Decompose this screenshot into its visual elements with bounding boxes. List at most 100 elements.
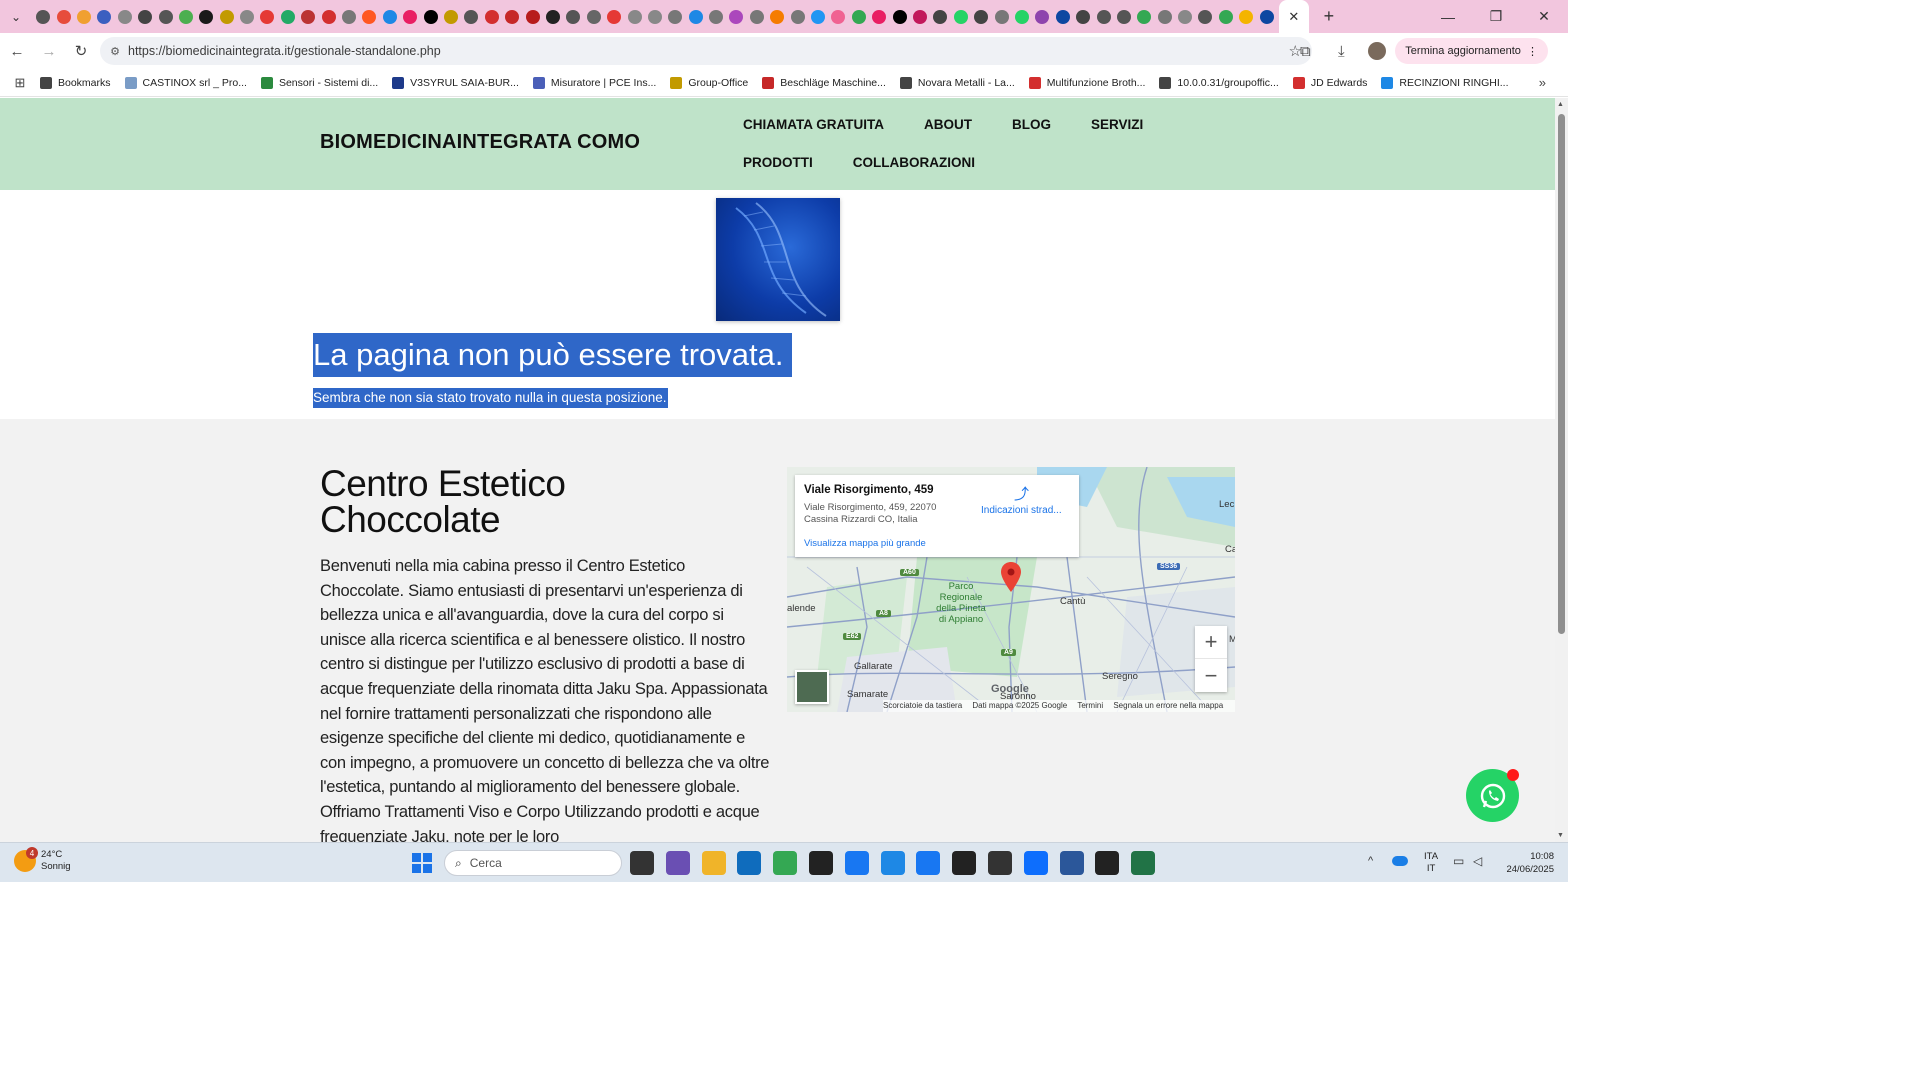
taskbar-search[interactable]: ⌕ Cerca bbox=[444, 850, 622, 876]
update-button[interactable]: Termina aggiornamento ⋮ bbox=[1395, 38, 1548, 64]
pinned-tab[interactable] bbox=[1175, 0, 1195, 33]
facebook-icon[interactable] bbox=[844, 851, 869, 875]
language-indicator[interactable]: ITA IT bbox=[1424, 851, 1438, 875]
amazon-icon[interactable] bbox=[809, 851, 833, 875]
profile-avatar[interactable] bbox=[1368, 42, 1387, 60]
pinned-tab[interactable] bbox=[563, 0, 583, 33]
bookmark-item[interactable]: 10.0.0.31/groupoffic... bbox=[1159, 76, 1279, 89]
pinned-tab[interactable] bbox=[991, 0, 1011, 33]
scroll-down-icon[interactable]: ▼ bbox=[1557, 832, 1564, 839]
network-icon[interactable]: ▭ bbox=[1453, 854, 1464, 868]
zoom-in-button[interactable]: + bbox=[1195, 626, 1227, 659]
new-tab-button[interactable]: + bbox=[1315, 3, 1343, 31]
pinned-tab[interactable] bbox=[196, 0, 216, 33]
pinned-tab[interactable] bbox=[706, 0, 726, 33]
pinned-tab[interactable] bbox=[849, 0, 869, 33]
pinned-tab[interactable] bbox=[767, 0, 787, 33]
bookmark-item[interactable]: V3SYRUL SAIA-BUR... bbox=[392, 76, 519, 89]
nav-link-chiamata-gratuita[interactable]: CHIAMATA GRATUITA bbox=[743, 117, 884, 132]
tab-search-icon[interactable]: ⌄ bbox=[3, 4, 29, 30]
back-icon[interactable]: ← bbox=[2, 36, 32, 66]
pinned-tab[interactable] bbox=[339, 0, 359, 33]
pinned-tab[interactable] bbox=[747, 0, 767, 33]
tab-close-icon[interactable]: ✕ bbox=[1278, 0, 1309, 33]
pinned-tab[interactable] bbox=[971, 0, 991, 33]
pinned-tab[interactable] bbox=[1093, 0, 1113, 33]
bookmark-item[interactable]: Beschläge Maschine... bbox=[762, 76, 886, 89]
pinned-tab[interactable] bbox=[135, 0, 155, 33]
location-pin-icon[interactable] bbox=[1001, 562, 1021, 592]
bookmark-item[interactable]: JD Edwards bbox=[1292, 76, 1367, 89]
pinned-tab[interactable] bbox=[951, 0, 971, 33]
pinned-tab[interactable] bbox=[584, 0, 604, 33]
pinned-tab[interactable] bbox=[808, 0, 828, 33]
pinned-tab[interactable] bbox=[828, 0, 848, 33]
pinned-tab[interactable] bbox=[278, 0, 298, 33]
bookmark-item[interactable]: Group-Office bbox=[670, 76, 748, 89]
pinned-tab[interactable] bbox=[298, 0, 318, 33]
pinned-tab[interactable] bbox=[318, 0, 338, 33]
pinned-tab[interactable] bbox=[1053, 0, 1073, 33]
pinned-tab[interactable] bbox=[1256, 0, 1276, 33]
pinned-tab[interactable] bbox=[543, 0, 563, 33]
google-map[interactable]: Parco Regionale della Pineta di Appiano … bbox=[787, 467, 1235, 712]
windows-start-icon[interactable] bbox=[412, 853, 432, 873]
facebook-2-icon[interactable] bbox=[916, 851, 941, 875]
site-info-icon[interactable]: ⚙ bbox=[102, 45, 128, 58]
word-icon[interactable] bbox=[1059, 851, 1084, 875]
widgets-icon[interactable] bbox=[665, 851, 690, 875]
pinned-tab[interactable] bbox=[176, 0, 196, 33]
pinned-tab[interactable] bbox=[1134, 0, 1154, 33]
task-view-icon[interactable] bbox=[630, 851, 654, 875]
outlook-icon[interactable] bbox=[737, 851, 762, 875]
pinned-tab[interactable] bbox=[155, 0, 175, 33]
pinned-tab[interactable] bbox=[1154, 0, 1174, 33]
satellite-toggle[interactable] bbox=[795, 670, 829, 704]
scroll-thumb[interactable] bbox=[1558, 114, 1565, 634]
pinned-tab[interactable] bbox=[1195, 0, 1215, 33]
directions-icon[interactable]: ⤴ bbox=[1014, 483, 1029, 504]
pinned-tab[interactable] bbox=[257, 0, 277, 33]
larger-map-link[interactable]: Visualizza mappa più grande bbox=[804, 538, 926, 549]
pinned-tab[interactable] bbox=[645, 0, 665, 33]
pinned-tab[interactable] bbox=[665, 0, 685, 33]
pinned-tab[interactable] bbox=[461, 0, 481, 33]
search-app-icon[interactable] bbox=[880, 851, 905, 875]
pinned-tab[interactable] bbox=[359, 0, 379, 33]
weather-widget[interactable]: 4 24°C Sonnig bbox=[14, 847, 71, 873]
pinned-tab[interactable] bbox=[420, 0, 440, 33]
pinned-tab[interactable] bbox=[522, 0, 542, 33]
bookmark-item[interactable]: CASTINOX srl _ Pro... bbox=[124, 76, 247, 89]
pinned-tab[interactable] bbox=[1012, 0, 1032, 33]
bookmark-item[interactable]: RECINZIONI RINGHI... bbox=[1381, 76, 1509, 89]
zoom-out-button[interactable]: − bbox=[1195, 659, 1227, 692]
apps-grid-icon[interactable]: ⊞ bbox=[0, 75, 40, 91]
map-footer-link[interactable]: Termini bbox=[1077, 701, 1103, 710]
map-footer-link[interactable]: Scorciatoie da tastiera bbox=[883, 701, 962, 710]
pinned-tab[interactable] bbox=[217, 0, 237, 33]
forward-icon[interactable]: → bbox=[34, 36, 64, 66]
site-title[interactable]: BIOMEDICINAINTEGRATA COMO bbox=[320, 131, 640, 154]
extensions-icon[interactable]: ⧉ bbox=[1287, 33, 1323, 69]
close-window-button[interactable]: ✕ bbox=[1520, 0, 1568, 33]
media-icon[interactable] bbox=[988, 851, 1012, 875]
file-explorer-icon[interactable] bbox=[701, 851, 726, 875]
more-bookmarks-icon[interactable]: » bbox=[1539, 75, 1546, 90]
address-bar[interactable]: ⚙ https://biomedicinaintegrata.it/gestio… bbox=[100, 37, 1312, 65]
restore-button[interactable]: ❐ bbox=[1472, 0, 1520, 33]
url-text[interactable]: https://biomedicinaintegrata.it/gestiona… bbox=[128, 44, 441, 58]
pinned-tab[interactable] bbox=[94, 0, 114, 33]
app-blue-icon[interactable] bbox=[1023, 851, 1048, 875]
pinned-tab[interactable] bbox=[1032, 0, 1052, 33]
pinned-tab[interactable] bbox=[1236, 0, 1256, 33]
pinned-tab[interactable] bbox=[1073, 0, 1093, 33]
pinned-tab[interactable] bbox=[441, 0, 461, 33]
pinned-tab[interactable] bbox=[686, 0, 706, 33]
nav-link-about[interactable]: ABOUT bbox=[924, 117, 972, 132]
map-footer-link[interactable]: Segnala un errore nella mappa bbox=[1113, 701, 1223, 710]
store-icon[interactable] bbox=[952, 851, 977, 875]
pinned-tab[interactable] bbox=[237, 0, 257, 33]
pinned-tab[interactable] bbox=[726, 0, 746, 33]
minimize-button[interactable]: — bbox=[1424, 0, 1472, 33]
pinned-tab[interactable] bbox=[74, 0, 94, 33]
